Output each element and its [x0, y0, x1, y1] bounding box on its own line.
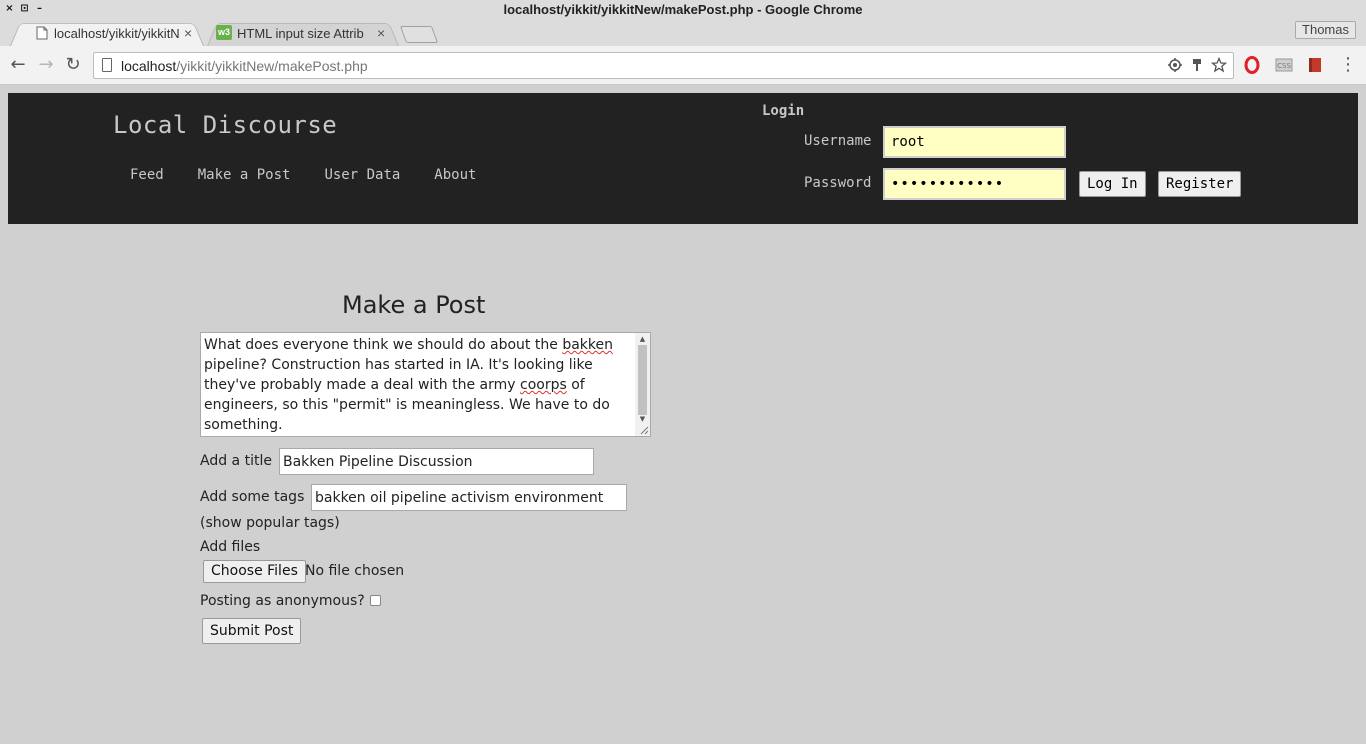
username-label: Username: [804, 133, 872, 149]
page-title: Make a Post: [342, 291, 486, 319]
login-button[interactable]: Log In: [1079, 171, 1146, 197]
misspelled-word: bakken: [562, 337, 613, 353]
title-input[interactable]: [279, 448, 594, 475]
profile-button[interactable]: Thomas: [1295, 21, 1356, 39]
tags-label: Add some tags: [200, 489, 305, 505]
title-label: Add a title: [200, 453, 272, 469]
reload-button[interactable]: ↻: [63, 55, 83, 75]
tags-input[interactable]: [311, 484, 627, 511]
key-icon[interactable]: [1189, 57, 1205, 73]
files-label: Add files: [200, 539, 261, 555]
site-nav: Feed Make a Post User Data About: [130, 167, 476, 183]
address-bar[interactable]: localhost/yikkit/yikkitNew/makePost.php: [93, 52, 1234, 79]
opera-extension-icon[interactable]: [1243, 56, 1261, 74]
anonymous-checkbox[interactable]: [370, 595, 381, 606]
misspelled-word: coorps: [520, 377, 567, 393]
tab-close-icon[interactable]: ×: [377, 25, 385, 41]
bookmark-star-icon[interactable]: [1211, 57, 1227, 73]
password-field[interactable]: [883, 168, 1066, 200]
login-heading: Login: [762, 103, 805, 119]
resize-grip-icon[interactable]: [639, 425, 649, 435]
w3schools-icon: w3: [216, 25, 232, 40]
site-title[interactable]: Local Discourse: [113, 111, 337, 139]
post-body-text: What does everyone think we should do ab…: [204, 337, 563, 353]
page-icon: [36, 26, 48, 40]
site-header: Local Discourse Feed Make a Post User Da…: [8, 93, 1358, 224]
tab-strip: localhost/yikkit/yikkitN × w3 HTML input…: [0, 20, 1366, 46]
forward-button[interactable]: →: [36, 55, 56, 75]
tab-title: localhost/yikkit/yikkitN: [54, 26, 180, 41]
page-info-icon[interactable]: [102, 58, 112, 72]
tab-close-icon[interactable]: ×: [184, 25, 192, 41]
window-titlebar: × ⊡ – localhost/yikkit/yikkitNew/makePos…: [0, 0, 1366, 20]
new-tab-button[interactable]: [399, 26, 439, 43]
tab-makepost[interactable]: localhost/yikkit/yikkitN ×: [10, 20, 204, 46]
nav-feed[interactable]: Feed: [130, 167, 164, 183]
nav-about[interactable]: About: [434, 167, 476, 183]
make-post-form: Make a Post What does everyone think we …: [0, 224, 1366, 744]
register-button[interactable]: Register: [1158, 171, 1242, 197]
scroll-up-icon[interactable]: ▲: [638, 335, 647, 343]
anonymous-label: Posting as anonymous?: [200, 593, 365, 609]
url-path: /yikkit/yikkitNew/makePost.php: [176, 58, 368, 74]
scroll-thumb[interactable]: [638, 345, 647, 415]
browser-toolbar: ← → ↻ localhost/yikkit/yikkitNew/makePos…: [0, 46, 1366, 85]
scroll-down-icon[interactable]: ▼: [638, 415, 647, 423]
location-icon[interactable]: [1167, 57, 1183, 73]
url-text: localhost/yikkit/yikkitNew/makePost.php: [121, 58, 368, 74]
css-extension-icon[interactable]: CSS: [1275, 56, 1293, 74]
show-popular-tags-link[interactable]: (show popular tags): [200, 515, 340, 531]
url-host: localhost: [121, 58, 177, 74]
tab-w3schools[interactable]: w3 HTML input size Attrib ×: [207, 20, 399, 46]
svg-text:CSS: CSS: [1277, 62, 1291, 70]
back-button[interactable]: ←: [8, 55, 28, 75]
submit-post-button[interactable]: Submit Post: [202, 618, 302, 644]
nav-user-data[interactable]: User Data: [324, 167, 400, 183]
tab-title: HTML input size Attrib: [237, 26, 364, 41]
username-field[interactable]: [883, 126, 1066, 158]
window-title: localhost/yikkit/yikkitNew/makePost.php …: [503, 2, 863, 17]
textarea-scrollbar[interactable]: ▲ ▼: [635, 333, 650, 436]
password-label: Password: [804, 175, 872, 191]
nav-make-a-post[interactable]: Make a Post: [198, 167, 291, 183]
no-file-chosen-text: No file chosen: [305, 563, 405, 579]
choose-files-button[interactable]: Choose Files: [203, 560, 306, 583]
notebook-extension-icon[interactable]: [1306, 56, 1324, 74]
chrome-menu-icon[interactable]: ⋮: [1339, 56, 1357, 74]
post-body-textarea[interactable]: What does everyone think we should do ab…: [200, 332, 651, 437]
